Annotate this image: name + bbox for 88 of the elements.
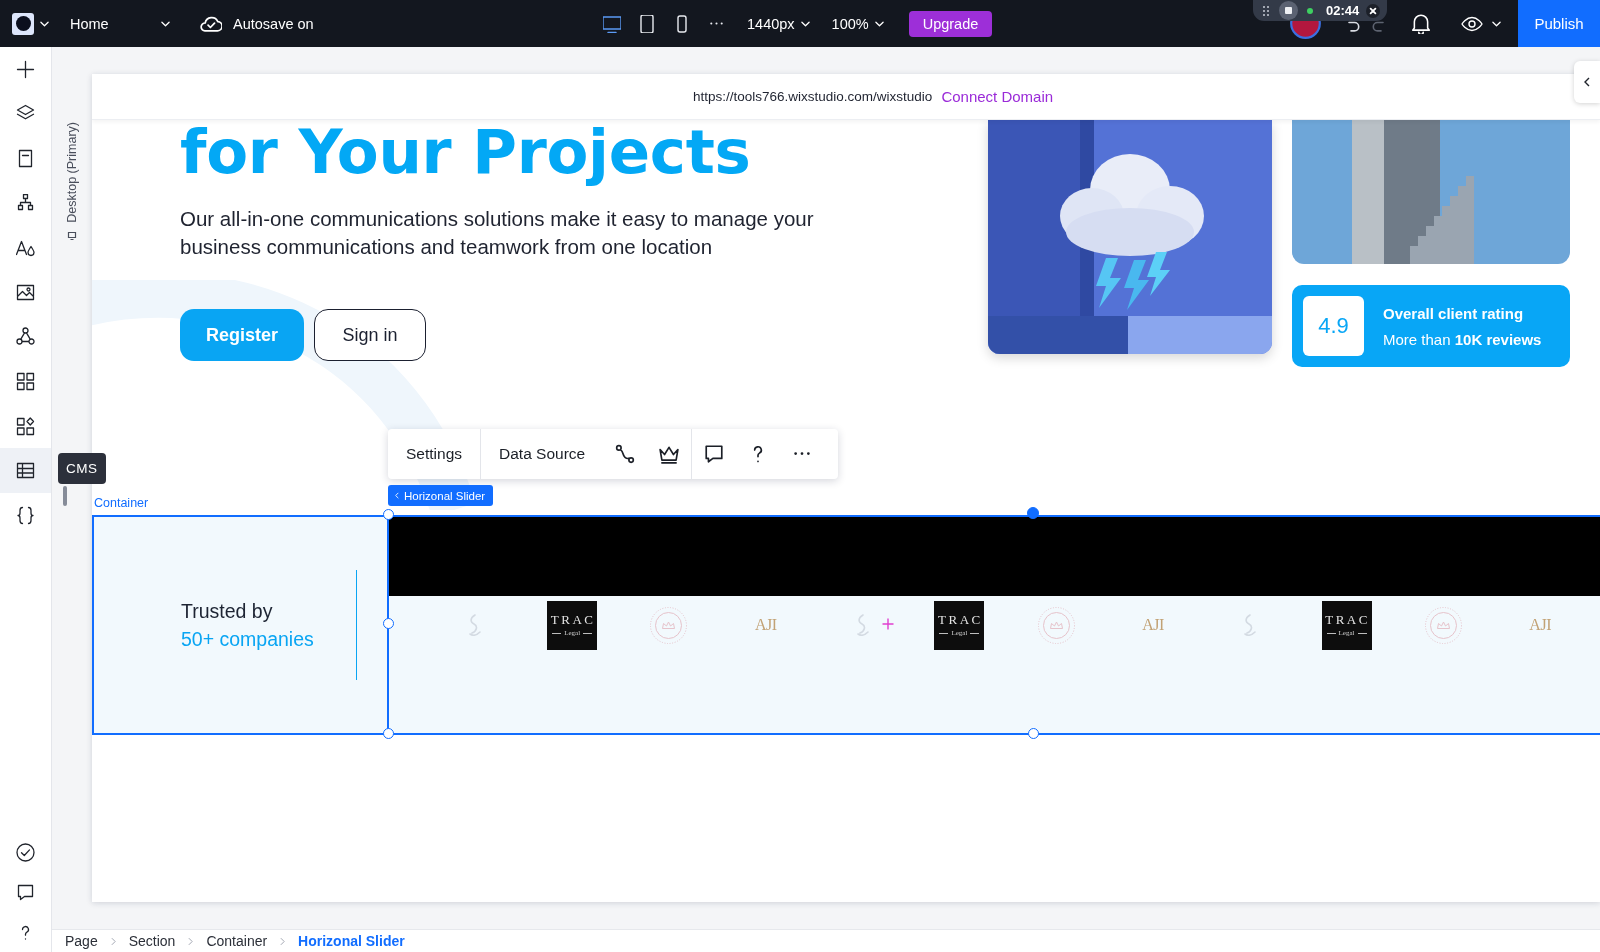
- plus-icon: [16, 59, 35, 79]
- breadcrumb-item[interactable]: Container: [206, 933, 268, 949]
- page-selector[interactable]: Home: [70, 8, 170, 39]
- connect-domain-link[interactable]: Connect Domain: [941, 88, 1054, 105]
- crown-icon: [659, 444, 680, 464]
- user-avatar[interactable]: [1290, 21, 1321, 39]
- monogram-logo: AJI: [755, 616, 777, 634]
- breadcrumb-item[interactable]: Horizonal Slider: [298, 933, 405, 949]
- bell-icon[interactable]: [1412, 13, 1430, 34]
- logo-icon: [12, 12, 34, 35]
- logo-title: TRAC: [549, 613, 596, 627]
- swirl-logo: [855, 614, 870, 636]
- page-icon: [16, 149, 35, 168]
- logo-title: TRAC: [1324, 613, 1370, 627]
- grip-icon: [1263, 5, 1269, 16]
- comment-icon: [16, 882, 35, 902]
- eye-icon: [1461, 15, 1483, 32]
- recording-time: 02:44: [1326, 3, 1360, 18]
- caret-icon: [40, 20, 49, 27]
- caret-icon: [874, 20, 884, 27]
- cloud-check-icon: [200, 15, 222, 32]
- swirl-logo: [1242, 614, 1257, 636]
- upgrade-button[interactable]: Upgrade: [908, 10, 993, 37]
- autosave-status: Autosave on: [233, 15, 314, 32]
- device-icon: [67, 230, 77, 241]
- status-dot-icon: [1307, 7, 1313, 14]
- connector-icon: [615, 444, 636, 464]
- desktop-icon: [602, 14, 621, 33]
- blocks-icon: [16, 416, 35, 436]
- seal-logo: [1037, 606, 1075, 644]
- rating-subtitle: More than 10K reviews: [1383, 330, 1542, 348]
- more-icon: [794, 452, 811, 456]
- chevron-left-icon: [1584, 77, 1590, 87]
- selection-tag[interactable]: Horizonal Slider: [388, 485, 494, 506]
- seal-logo: [650, 606, 688, 644]
- tablet-icon: [637, 14, 656, 33]
- caret-icon: [1492, 20, 1501, 27]
- publish-button[interactable]: Publish: [1518, 0, 1600, 47]
- zoom-dropdown[interactable]: 100%: [831, 8, 884, 39]
- settings-button[interactable]: Settings: [388, 429, 480, 479]
- close-icon[interactable]: [1366, 3, 1381, 18]
- chevron-icon: [188, 936, 194, 946]
- trusted-by-text: Trusted by: [181, 599, 274, 624]
- sign-in-button[interactable]: Sign in: [314, 309, 426, 361]
- image-icon: [16, 282, 35, 302]
- table-icon: [16, 461, 35, 481]
- resize-handle[interactable]: [383, 618, 394, 629]
- seal-logo: [1424, 606, 1462, 644]
- tooltip: CMS: [58, 453, 106, 484]
- rating-title: Overall client rating: [1383, 304, 1525, 322]
- sitemap-icon: [16, 193, 35, 213]
- container-label: Container: [94, 496, 149, 510]
- nodes-icon: [16, 327, 35, 347]
- hero-description: Our all-in-one communications solutions make it easy to manage your business communications and teamwork from one location: [180, 206, 815, 260]
- monogram-logo: AJI: [1529, 616, 1551, 634]
- site-url: https://tools766.wixstudio.com/wixstudio: [693, 89, 933, 104]
- companies-count-text: 50+ companies: [181, 627, 314, 652]
- comment-icon: [704, 444, 725, 464]
- swirl-logo: [468, 614, 483, 636]
- width-dropdown[interactable]: 1440px: [747, 8, 810, 39]
- text-style-icon: [16, 238, 35, 258]
- grid-icon: [16, 371, 35, 391]
- preview-button[interactable]: [1461, 15, 1501, 32]
- chevron-icon: [110, 936, 116, 946]
- breadcrumb-item[interactable]: Page: [65, 933, 98, 949]
- braces-icon: [16, 505, 35, 525]
- drag-handle[interactable]: [63, 486, 67, 506]
- chevron-icon: [280, 936, 286, 946]
- data-source-button[interactable]: Data Source: [481, 429, 604, 479]
- chevron-left-icon: [395, 492, 399, 499]
- breadcrumb-item[interactable]: Section: [128, 933, 176, 949]
- rating-score: 4.9: [1303, 296, 1364, 356]
- more-icon: [710, 22, 723, 25]
- resize-handle[interactable]: [383, 728, 394, 739]
- monogram-logo: AJI: [1142, 616, 1164, 634]
- stop-button[interactable]: [1279, 1, 1298, 20]
- undo-icon: [1347, 21, 1361, 33]
- stop-icon: [1285, 7, 1292, 14]
- resize-handle[interactable]: [383, 509, 394, 520]
- logo-title: TRAC: [937, 613, 983, 627]
- redo-icon: [1371, 21, 1385, 33]
- resize-handle[interactable]: [1028, 728, 1039, 739]
- caret-icon: [800, 20, 810, 27]
- hero-heading: for Your Projects: [180, 120, 751, 184]
- sidebar-item[interactable]: [0, 448, 51, 493]
- caret-icon: [161, 20, 170, 27]
- breakpoint-label: Desktop (Primary): [65, 122, 79, 223]
- plus-icon: [882, 618, 894, 630]
